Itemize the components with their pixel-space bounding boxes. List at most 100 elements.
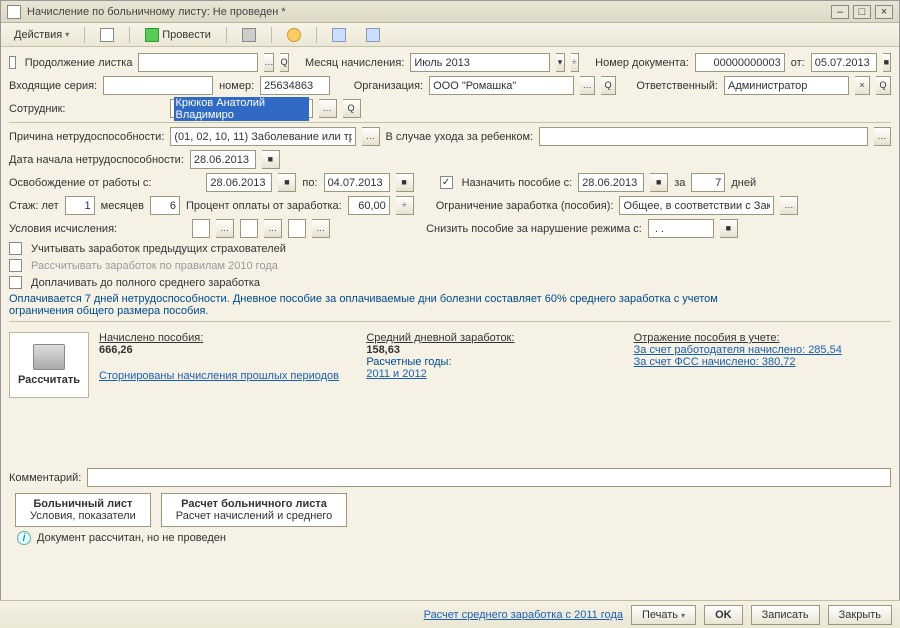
limit-pick[interactable]: … (780, 196, 798, 215)
to-label: по: (302, 177, 317, 189)
month-spin[interactable]: ÷ (571, 53, 579, 72)
emp-search[interactable]: Q (343, 99, 361, 118)
cond3-pick[interactable]: … (312, 219, 330, 238)
continuation-checkbox[interactable] (9, 56, 16, 69)
calc-note: Оплачивается 7 дней нетрудоспособности. … (9, 293, 749, 317)
days-label: дней (731, 177, 756, 189)
years-field[interactable] (65, 196, 95, 215)
calc2011-link[interactable]: Расчет среднего заработка с 2011 года (424, 609, 623, 621)
storno-link[interactable]: Сторнированы начисления прошлых периодов (99, 370, 356, 382)
docnum-label: Номер документа: (595, 57, 689, 69)
for-label: за (674, 177, 685, 189)
save-button[interactable]: Записать (751, 605, 820, 625)
reason-field[interactable] (170, 127, 356, 146)
org-label: Организация: (354, 80, 423, 92)
calc-button[interactable]: Рассчитать (9, 332, 89, 398)
prev-ins-checkbox[interactable] (9, 242, 22, 255)
days-field[interactable] (691, 173, 725, 192)
years-label: Расчетные годы: (366, 356, 623, 368)
comment-field[interactable] (87, 468, 891, 487)
reason-label: Причина нетрудоспособности: (9, 131, 164, 143)
tab-calc[interactable]: Расчет больничного листаРасчет начислени… (161, 493, 348, 527)
start-date[interactable] (190, 150, 256, 169)
series-field[interactable] (103, 76, 213, 95)
minimize-button[interactable]: – (831, 5, 849, 19)
rules2010-checkbox (9, 259, 22, 272)
org-field[interactable] (429, 76, 574, 95)
post-button[interactable]: Провести (138, 25, 218, 45)
accounting-header: Отражение пособия в учете: (634, 332, 891, 344)
assign-label: Назначить пособие с: (462, 177, 573, 189)
from-date[interactable] (811, 53, 877, 72)
maximize-button[interactable]: □ (853, 5, 871, 19)
cond2[interactable] (240, 219, 258, 238)
ok-button[interactable]: OK (704, 605, 743, 625)
accrued-header: Начислено пособия: (99, 332, 356, 344)
print-button[interactable]: Печать ▾ (631, 605, 696, 625)
off-from-date[interactable] (206, 173, 272, 192)
pct-spin[interactable]: ÷ (396, 196, 414, 215)
limit-field[interactable] (619, 196, 774, 215)
comment-label: Комментарий: (9, 472, 81, 484)
emp-pick[interactable]: … (319, 99, 337, 118)
month-drop[interactable]: ▾ (556, 53, 564, 72)
off-to-cal[interactable]: ■ (396, 173, 414, 192)
assign-cal[interactable]: ■ (650, 173, 668, 192)
emp-field[interactable]: Крюков Анатолий Владимиро (170, 99, 313, 118)
new-doc-icon[interactable] (93, 25, 121, 45)
resp-label: Ответственный: (636, 80, 718, 92)
help-icon[interactable] (280, 25, 308, 45)
close-button[interactable]: × (875, 5, 893, 19)
close-footer-button[interactable]: Закрыть (828, 605, 892, 625)
app-icon (7, 5, 21, 19)
tab-sick-leave[interactable]: Больничный листУсловия, показатели (15, 493, 151, 527)
assign-date[interactable] (578, 173, 644, 192)
from-date-cal[interactable]: ■ (883, 53, 891, 72)
limit-label: Ограничение заработка (пособия): (436, 200, 614, 212)
months-field[interactable] (150, 196, 180, 215)
pct-field[interactable] (348, 196, 390, 215)
num-label: номер: (219, 80, 254, 92)
child-pick[interactable]: … (874, 127, 891, 146)
reason-pick[interactable]: … (362, 127, 379, 146)
month-label: Месяц начисления: (305, 57, 404, 69)
more-icon-2[interactable] (359, 25, 387, 45)
reduce-cal[interactable]: ■ (720, 219, 738, 238)
off-from-cal[interactable]: ■ (278, 173, 296, 192)
child-field[interactable] (539, 127, 868, 146)
reduce-label: Снизить пособие за нарушение режима с: (426, 223, 642, 235)
cond1[interactable] (192, 219, 210, 238)
resp-field[interactable] (724, 76, 849, 95)
years-link[interactable]: 2011 и 2012 (366, 368, 623, 380)
month-field[interactable] (410, 53, 550, 72)
docnum-field[interactable] (695, 53, 785, 72)
reduce-date[interactable] (648, 219, 714, 238)
avg-value: 158,63 (366, 344, 400, 356)
org-pick[interactable]: … (580, 76, 595, 95)
employer-link[interactable]: За счет работодателя начислено: 285,54 (634, 344, 891, 356)
avg-header: Средний дневной заработок: (366, 332, 623, 344)
print-icon[interactable] (235, 25, 263, 45)
off-to-date[interactable] (324, 173, 390, 192)
start-cal[interactable]: ■ (262, 150, 280, 169)
continuation-pick[interactable]: … (264, 53, 274, 72)
topup-label: Доплачивать до полного среднего заработк… (31, 277, 260, 289)
assign-checkbox[interactable]: ✓ (440, 176, 453, 189)
resp-search[interactable]: Q (876, 76, 891, 95)
cond2-pick[interactable]: … (264, 219, 282, 238)
calculator-icon (33, 344, 65, 370)
continuation-search[interactable]: Q (280, 53, 288, 72)
resp-clear[interactable]: × (855, 76, 870, 95)
continuation-field[interactable] (138, 53, 258, 72)
continuation-label: Продолжение листка (25, 57, 133, 69)
org-search[interactable]: Q (601, 76, 616, 95)
info-icon: i (17, 531, 31, 545)
topup-checkbox[interactable] (9, 276, 22, 289)
fss-link[interactable]: За счет ФСС начислено: 380,72 (634, 356, 891, 368)
rules2010-label: Рассчитывать заработок по правилам 2010 … (31, 260, 278, 272)
actions-menu[interactable]: Действия▾ (7, 26, 76, 44)
num-field[interactable] (260, 76, 330, 95)
cond1-pick[interactable]: … (216, 219, 234, 238)
more-icon-1[interactable] (325, 25, 353, 45)
cond3[interactable] (288, 219, 306, 238)
